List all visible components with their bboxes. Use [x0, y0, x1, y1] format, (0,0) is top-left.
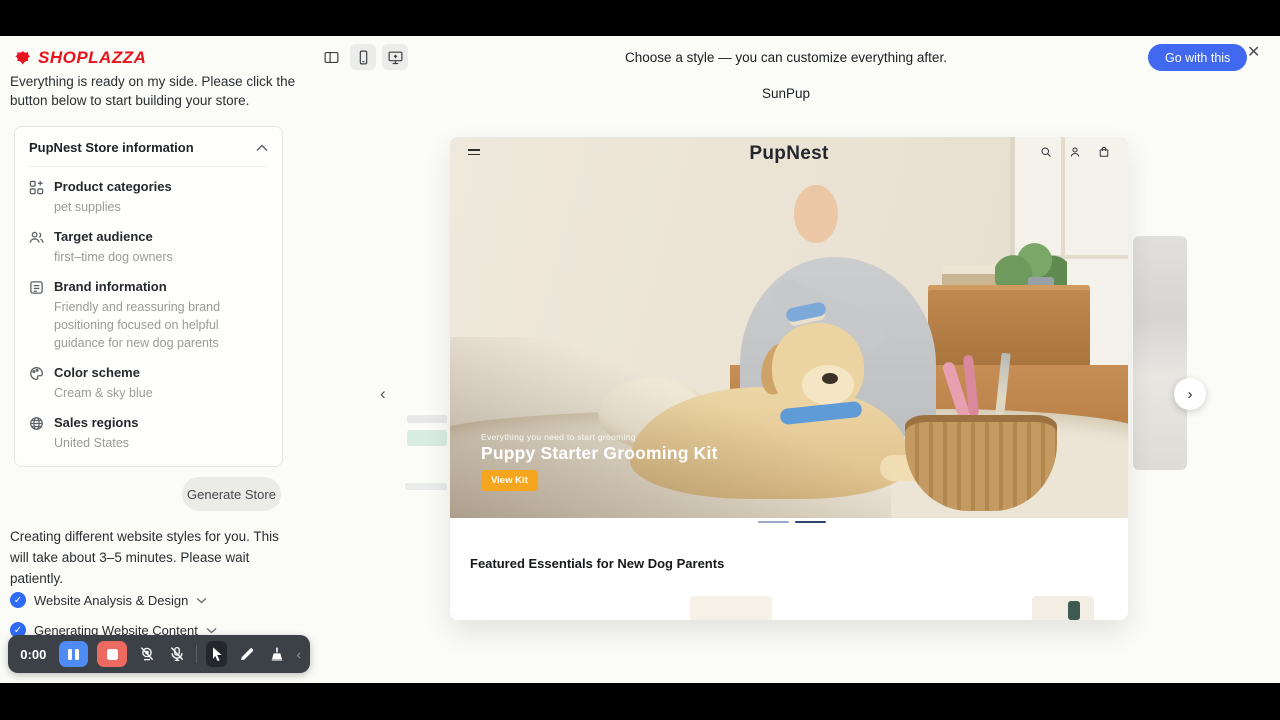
desktop-view-icon[interactable]	[382, 44, 408, 70]
cart-icon[interactable]	[1098, 146, 1110, 158]
app-window: SHOPLAZZA Everything is ready on my side…	[0, 36, 1280, 683]
step-website-analysis[interactable]: ✓ Website Analysis & Design	[10, 592, 207, 608]
cursor-tool-icon[interactable]	[206, 641, 227, 667]
woman-face-shape	[794, 185, 838, 243]
pagination-dash-active[interactable]	[795, 521, 826, 523]
close-icon[interactable]: ✕	[1247, 45, 1260, 61]
chevron-down-icon[interactable]	[206, 627, 217, 634]
item-label: Color scheme	[54, 365, 266, 380]
stop-button[interactable]	[97, 641, 127, 667]
item-label: Product categories	[54, 179, 266, 194]
eraser-broom-icon[interactable]	[267, 641, 288, 667]
mobile-view-icon[interactable]	[350, 44, 376, 70]
hero-title-text: Puppy Starter Grooming Kit	[481, 443, 718, 464]
shoplazza-logo-text: SHOPLAZZA	[38, 48, 146, 68]
product-card-partial	[1032, 596, 1094, 620]
palette-icon	[29, 365, 44, 402]
product-thumb-shape	[1068, 601, 1080, 620]
brand-icon	[29, 279, 44, 352]
item-value: pet supplies	[54, 198, 266, 216]
audience-icon	[29, 229, 44, 266]
featured-section-title: Featured Essentials for New Dog Parents	[470, 556, 724, 571]
pen-tool-icon[interactable]	[236, 641, 257, 667]
account-icon[interactable]	[1069, 146, 1081, 158]
camera-off-icon[interactable]	[136, 641, 157, 667]
chevron-up-icon[interactable]	[256, 144, 268, 152]
list-item: Sales regions United States	[29, 415, 268, 452]
product-card-partial	[690, 596, 772, 620]
store-header-icons	[1040, 146, 1110, 158]
category-icon	[29, 179, 44, 216]
store-preview-header: PupNest	[450, 141, 1128, 163]
progress-text: Creating different website styles for yo…	[10, 526, 292, 589]
item-label: Target audience	[54, 229, 266, 244]
collapse-toolbar-icon[interactable]: ‹	[297, 647, 301, 662]
panel-toggle-icon[interactable]	[318, 44, 344, 70]
hero-pagination	[758, 521, 826, 523]
shoplazza-logo: SHOPLAZZA	[14, 48, 146, 68]
generate-store-button[interactable]: Generate Store	[182, 477, 281, 511]
list-item: Target audience first–time dog owners	[29, 229, 268, 266]
hero-eyebrow-text: Everything you need to start grooming	[481, 432, 636, 442]
placeholder-text-block	[407, 415, 447, 423]
style-preview-card[interactable]: PupNest Everything you need to start	[450, 137, 1128, 620]
go-with-this-button[interactable]: Go with this	[1148, 44, 1247, 71]
step-label: Website Analysis & Design	[34, 593, 188, 608]
globe-icon	[29, 415, 44, 452]
placeholder-text-block	[405, 483, 447, 490]
search-icon[interactable]	[1040, 146, 1052, 158]
hero-image: PupNest Everything you need to start	[450, 137, 1128, 518]
style-picker-message: Choose a style — you can customize every…	[450, 50, 1122, 65]
store-name: PupNest	[450, 143, 1128, 165]
item-value: United States	[54, 434, 266, 452]
placeholder-button-block	[407, 430, 447, 446]
carousel-next-button[interactable]: ›	[1174, 378, 1206, 410]
item-label: Brand information	[54, 279, 266, 294]
check-icon: ✓	[10, 592, 26, 608]
device-preview-toggles	[318, 44, 408, 70]
toolbar-divider	[196, 645, 197, 663]
pause-button[interactable]	[59, 641, 89, 667]
assistant-intro-text: Everything is ready on my side. Please c…	[10, 72, 296, 110]
view-kit-button[interactable]: View Kit	[481, 470, 538, 491]
item-value: Cream & sky blue	[54, 384, 266, 402]
style-name-label: SunPup	[450, 86, 1122, 101]
store-information-title: PupNest Store information	[29, 140, 194, 155]
previous-style-preview	[403, 401, 449, 541]
pagination-dash[interactable]	[758, 521, 789, 523]
store-information-panel: PupNest Store information Product catego…	[14, 126, 283, 467]
mic-off-icon[interactable]	[166, 641, 187, 667]
store-information-header[interactable]: PupNest Store information	[29, 127, 268, 167]
item-value: Friendly and reassuring brand positionin…	[54, 298, 266, 352]
chevron-down-icon[interactable]	[196, 597, 207, 604]
screen: SHOPLAZZA Everything is ready on my side…	[0, 0, 1280, 720]
next-style-preview[interactable]	[1133, 236, 1187, 470]
list-item: Product categories pet supplies	[29, 179, 268, 216]
recording-time: 0:00	[17, 647, 50, 662]
list-item: Color scheme Cream & sky blue	[29, 365, 268, 402]
screen-recorder-toolbar: 0:00 ‹	[8, 635, 310, 673]
item-value: first–time dog owners	[54, 248, 266, 266]
shoplazza-logo-icon	[14, 49, 32, 67]
item-label: Sales regions	[54, 415, 266, 430]
store-information-items: Product categories pet supplies Target a…	[29, 167, 268, 466]
list-item: Brand information Friendly and reassurin…	[29, 279, 268, 352]
carousel-prev-icon[interactable]: ‹	[380, 384, 386, 404]
